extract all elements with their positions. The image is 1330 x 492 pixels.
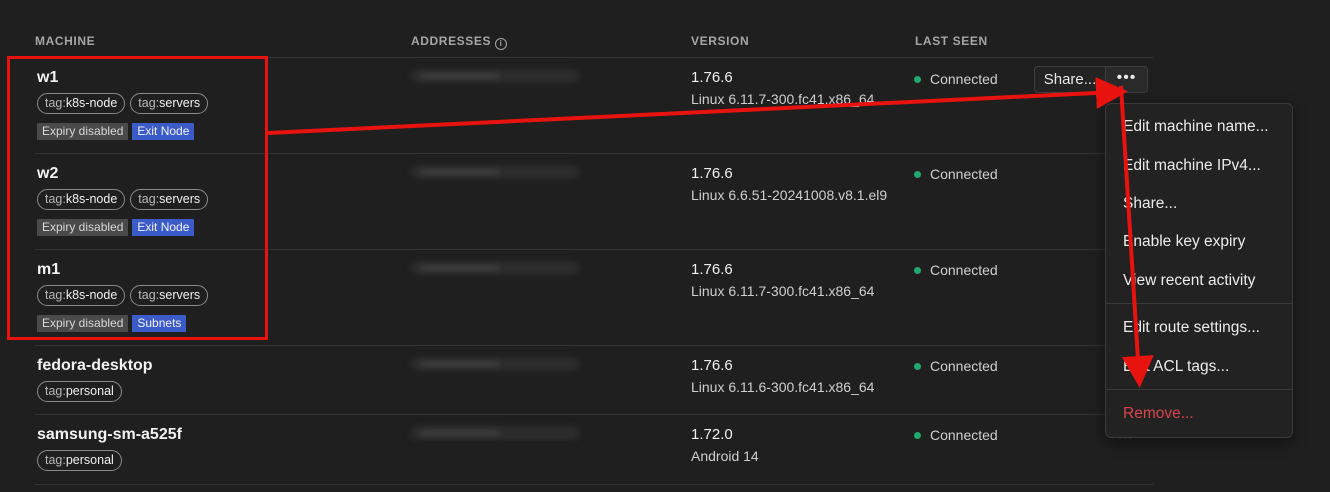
annotation-arrows	[267, 76, 1154, 388]
arrow-to-menu-button	[267, 76, 1128, 135]
arrow-to-edit-acl-tags	[1119, 85, 1154, 388]
